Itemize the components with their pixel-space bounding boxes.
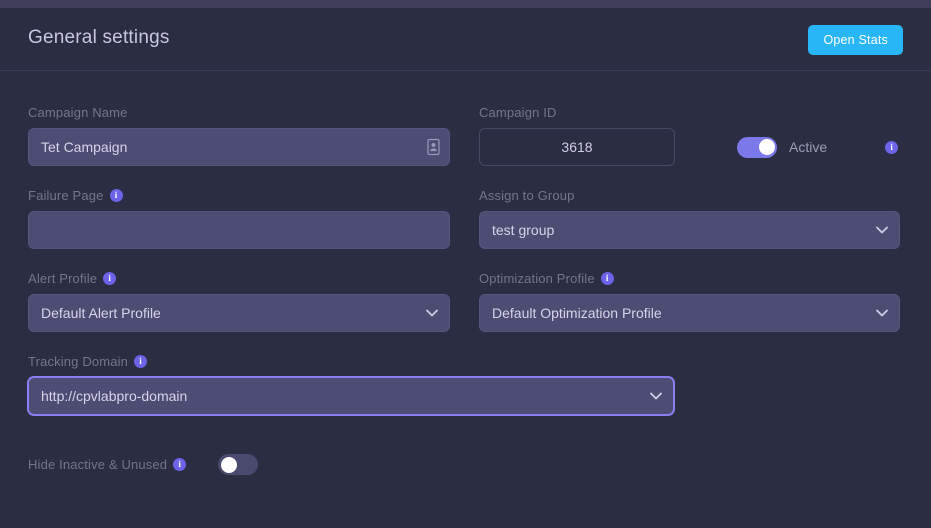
- active-toggle-label: Active: [789, 139, 827, 155]
- campaign-id-label: Campaign ID: [479, 105, 900, 120]
- tracking-domain-info-icon[interactable]: i: [134, 355, 147, 368]
- field-campaign-id: Campaign ID Active i: [479, 105, 900, 166]
- optimization-profile-select[interactable]: Default Optimization Profile: [479, 294, 900, 332]
- failure-page-input[interactable]: [28, 211, 450, 249]
- field-hide-inactive: Hide Inactive & Unused i: [28, 454, 258, 475]
- optimization-profile-info-icon[interactable]: i: [601, 272, 614, 285]
- campaign-name-label: Campaign Name: [28, 105, 450, 120]
- campaign-id-input[interactable]: [479, 128, 675, 166]
- field-tracking-domain: Tracking Domain i http://cpvlabpro-domai…: [28, 354, 674, 415]
- hide-inactive-toggle[interactable]: [218, 454, 258, 475]
- panel-top-edge: [0, 0, 931, 8]
- field-optimization-profile: Optimization Profile i Default Optimizat…: [479, 271, 900, 332]
- active-toggle-group: Active: [737, 137, 827, 158]
- assign-to-group-label: Assign to Group: [479, 188, 900, 203]
- alert-profile-select[interactable]: Default Alert Profile: [28, 294, 450, 332]
- optimization-profile-select-wrap: Default Optimization Profile: [479, 294, 900, 332]
- field-alert-profile: Alert Profile i Default Alert Profile: [28, 271, 450, 332]
- failure-page-input-wrap: [28, 211, 450, 249]
- field-campaign-name: Campaign Name: [28, 105, 450, 166]
- alert-profile-info-icon[interactable]: i: [103, 272, 116, 285]
- page-title: General settings: [28, 27, 170, 49]
- tracking-domain-label: Tracking Domain i: [28, 354, 674, 369]
- open-stats-button[interactable]: Open Stats: [808, 25, 903, 55]
- active-info-icon[interactable]: i: [885, 141, 898, 154]
- assign-to-group-select[interactable]: test group: [479, 211, 900, 249]
- tracking-domain-select[interactable]: http://cpvlabpro-domain: [28, 377, 674, 415]
- id-badge-icon[interactable]: [427, 139, 440, 156]
- active-toggle[interactable]: [737, 137, 777, 158]
- campaign-name-input[interactable]: [28, 128, 450, 166]
- active-toggle-knob: [759, 139, 775, 155]
- alert-profile-label: Alert Profile i: [28, 271, 450, 286]
- hide-inactive-info-icon[interactable]: i: [173, 458, 186, 471]
- campaign-id-row: Active i: [479, 128, 900, 166]
- card-header: General settings Open Stats: [0, 8, 931, 71]
- field-failure-page: Failure Page i: [28, 188, 450, 249]
- optimization-profile-label: Optimization Profile i: [479, 271, 900, 286]
- hide-inactive-toggle-knob: [221, 457, 237, 473]
- failure-page-info-icon[interactable]: i: [110, 189, 123, 202]
- tracking-domain-select-wrap: http://cpvlabpro-domain: [28, 377, 674, 415]
- general-settings-card: General settings Open Stats Campaign Nam…: [0, 8, 931, 528]
- alert-profile-select-wrap: Default Alert Profile: [28, 294, 450, 332]
- assign-to-group-select-wrap: test group: [479, 211, 900, 249]
- campaign-name-input-wrap: [28, 128, 450, 166]
- failure-page-label: Failure Page i: [28, 188, 450, 203]
- hide-inactive-label: Hide Inactive & Unused i: [28, 457, 186, 472]
- field-assign-to-group: Assign to Group test group: [479, 188, 900, 249]
